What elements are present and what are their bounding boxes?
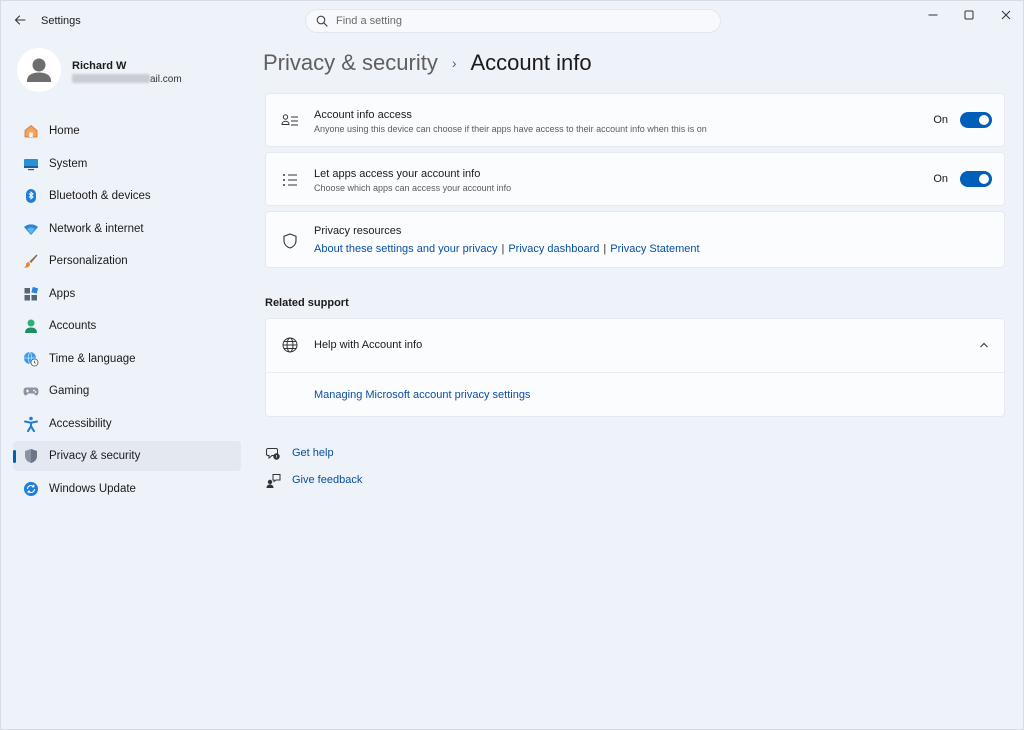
sidebar-item-accounts[interactable]: Accounts: [13, 311, 241, 341]
minimize-button[interactable]: [915, 1, 951, 29]
user-name: Richard W: [72, 60, 127, 72]
help-with-account-info-card: Help with Account info Managing Microsof…: [265, 318, 1005, 417]
feedback-icon: [265, 472, 281, 488]
globe-clock-icon: [22, 350, 40, 368]
help-title: Help with Account info: [314, 339, 423, 351]
maximize-icon: [964, 10, 974, 20]
sidebar-item-network[interactable]: Network & internet: [13, 214, 241, 244]
email-redaction: [72, 74, 150, 83]
account-info-access-toggle[interactable]: [960, 112, 992, 128]
bluetooth-icon: [22, 187, 40, 205]
maximize-button[interactable]: [951, 1, 987, 29]
get-help-link[interactable]: Get help: [265, 444, 334, 462]
search-icon: [316, 15, 328, 27]
privacy-dashboard-link[interactable]: Privacy dashboard: [508, 243, 599, 255]
breadcrumb-separator: ›: [451, 55, 457, 71]
setting-let-apps-access: Let apps access your account info Choose…: [265, 152, 1005, 206]
accessibility-icon: [22, 415, 40, 433]
toggle-state-label: On: [933, 173, 948, 185]
toggle-state-label: On: [933, 114, 948, 126]
home-icon: [22, 122, 40, 140]
checklist-icon: [280, 170, 300, 190]
update-icon: [22, 480, 40, 498]
user-email: ail.com: [72, 74, 182, 85]
breadcrumb-parent[interactable]: Privacy & security: [263, 50, 438, 76]
sidebar-item-time-language[interactable]: Time & language: [13, 344, 241, 374]
sidebar-item-gaming[interactable]: Gaming: [13, 376, 241, 406]
close-button[interactable]: [988, 1, 1024, 29]
back-button[interactable]: [9, 9, 31, 31]
sidebar-item-windows-update[interactable]: Windows Update: [13, 474, 241, 504]
gamepad-icon: [22, 382, 40, 400]
app-title: Settings: [41, 15, 81, 27]
sidebar-item-bluetooth[interactable]: Bluetooth & devices: [13, 181, 241, 211]
toggle-knob: [979, 115, 989, 125]
help-chat-icon: [265, 445, 281, 461]
sidebar-item-apps[interactable]: Apps: [13, 279, 241, 309]
privacy-statement-link[interactable]: Privacy Statement: [610, 243, 699, 255]
sidebar-item-accessibility[interactable]: Accessibility: [13, 409, 241, 439]
give-feedback-link[interactable]: Give feedback: [265, 471, 362, 489]
system-icon: [22, 155, 40, 173]
accounts-icon: [22, 317, 40, 335]
breadcrumb: Privacy & security › Account info: [263, 48, 592, 78]
avatar: [17, 48, 61, 92]
toggle-knob: [979, 174, 989, 184]
person-list-icon: [280, 111, 300, 131]
managing-privacy-settings-link[interactable]: Managing Microsoft account privacy setti…: [314, 389, 530, 401]
brush-icon: [22, 252, 40, 270]
sidebar-item-home[interactable]: Home: [13, 116, 241, 146]
chevron-up-icon: [978, 339, 990, 351]
help-expander-header[interactable]: Help with Account info: [266, 319, 1004, 372]
privacy-resources-card: Privacy resources About these settings a…: [265, 211, 1005, 268]
sidebar-nav: Home System Bluetooth & devices Network …: [13, 116, 241, 506]
page-title: Account info: [470, 50, 592, 75]
shield-outline-icon: [280, 231, 300, 251]
globe-icon: [280, 335, 300, 355]
search-box[interactable]: [305, 9, 721, 33]
setting-description: Choose which apps can access your accoun…: [314, 183, 512, 193]
back-arrow-icon: [14, 15, 26, 25]
link-separator: |: [603, 243, 607, 255]
about-privacy-link[interactable]: About these settings and your privacy: [314, 243, 497, 255]
search-input[interactable]: [336, 15, 696, 27]
minimize-icon: [928, 14, 938, 16]
avatar-person-icon: [17, 48, 61, 92]
setting-title: Account info access: [314, 109, 412, 121]
setting-account-info-access: Account info access Anyone using this de…: [265, 93, 1005, 147]
divider: [266, 372, 1004, 373]
settings-window: Settings Richard W ail.com: [0, 0, 1024, 730]
setting-title: Let apps access your account info: [314, 168, 481, 180]
title-bar: Settings: [1, 1, 1023, 41]
wifi-icon: [22, 220, 40, 238]
sidebar-item-system[interactable]: System: [13, 149, 241, 179]
apps-icon: [22, 285, 40, 303]
related-support-heading: Related support: [265, 297, 349, 309]
sidebar-item-privacy-security[interactable]: Privacy & security: [13, 441, 241, 471]
link-separator: |: [501, 243, 505, 255]
let-apps-access-toggle[interactable]: [960, 171, 992, 187]
shield-icon: [22, 447, 40, 465]
user-profile[interactable]: Richard W ail.com: [17, 48, 237, 98]
privacy-resources-title: Privacy resources: [314, 225, 402, 237]
close-icon: [1001, 10, 1011, 20]
privacy-resources-links: About these settings and your privacy | Pr…: [314, 243, 700, 255]
setting-description: Anyone using this device can choose if t…: [314, 124, 707, 134]
sidebar-item-personalization[interactable]: Personalization: [13, 246, 241, 276]
